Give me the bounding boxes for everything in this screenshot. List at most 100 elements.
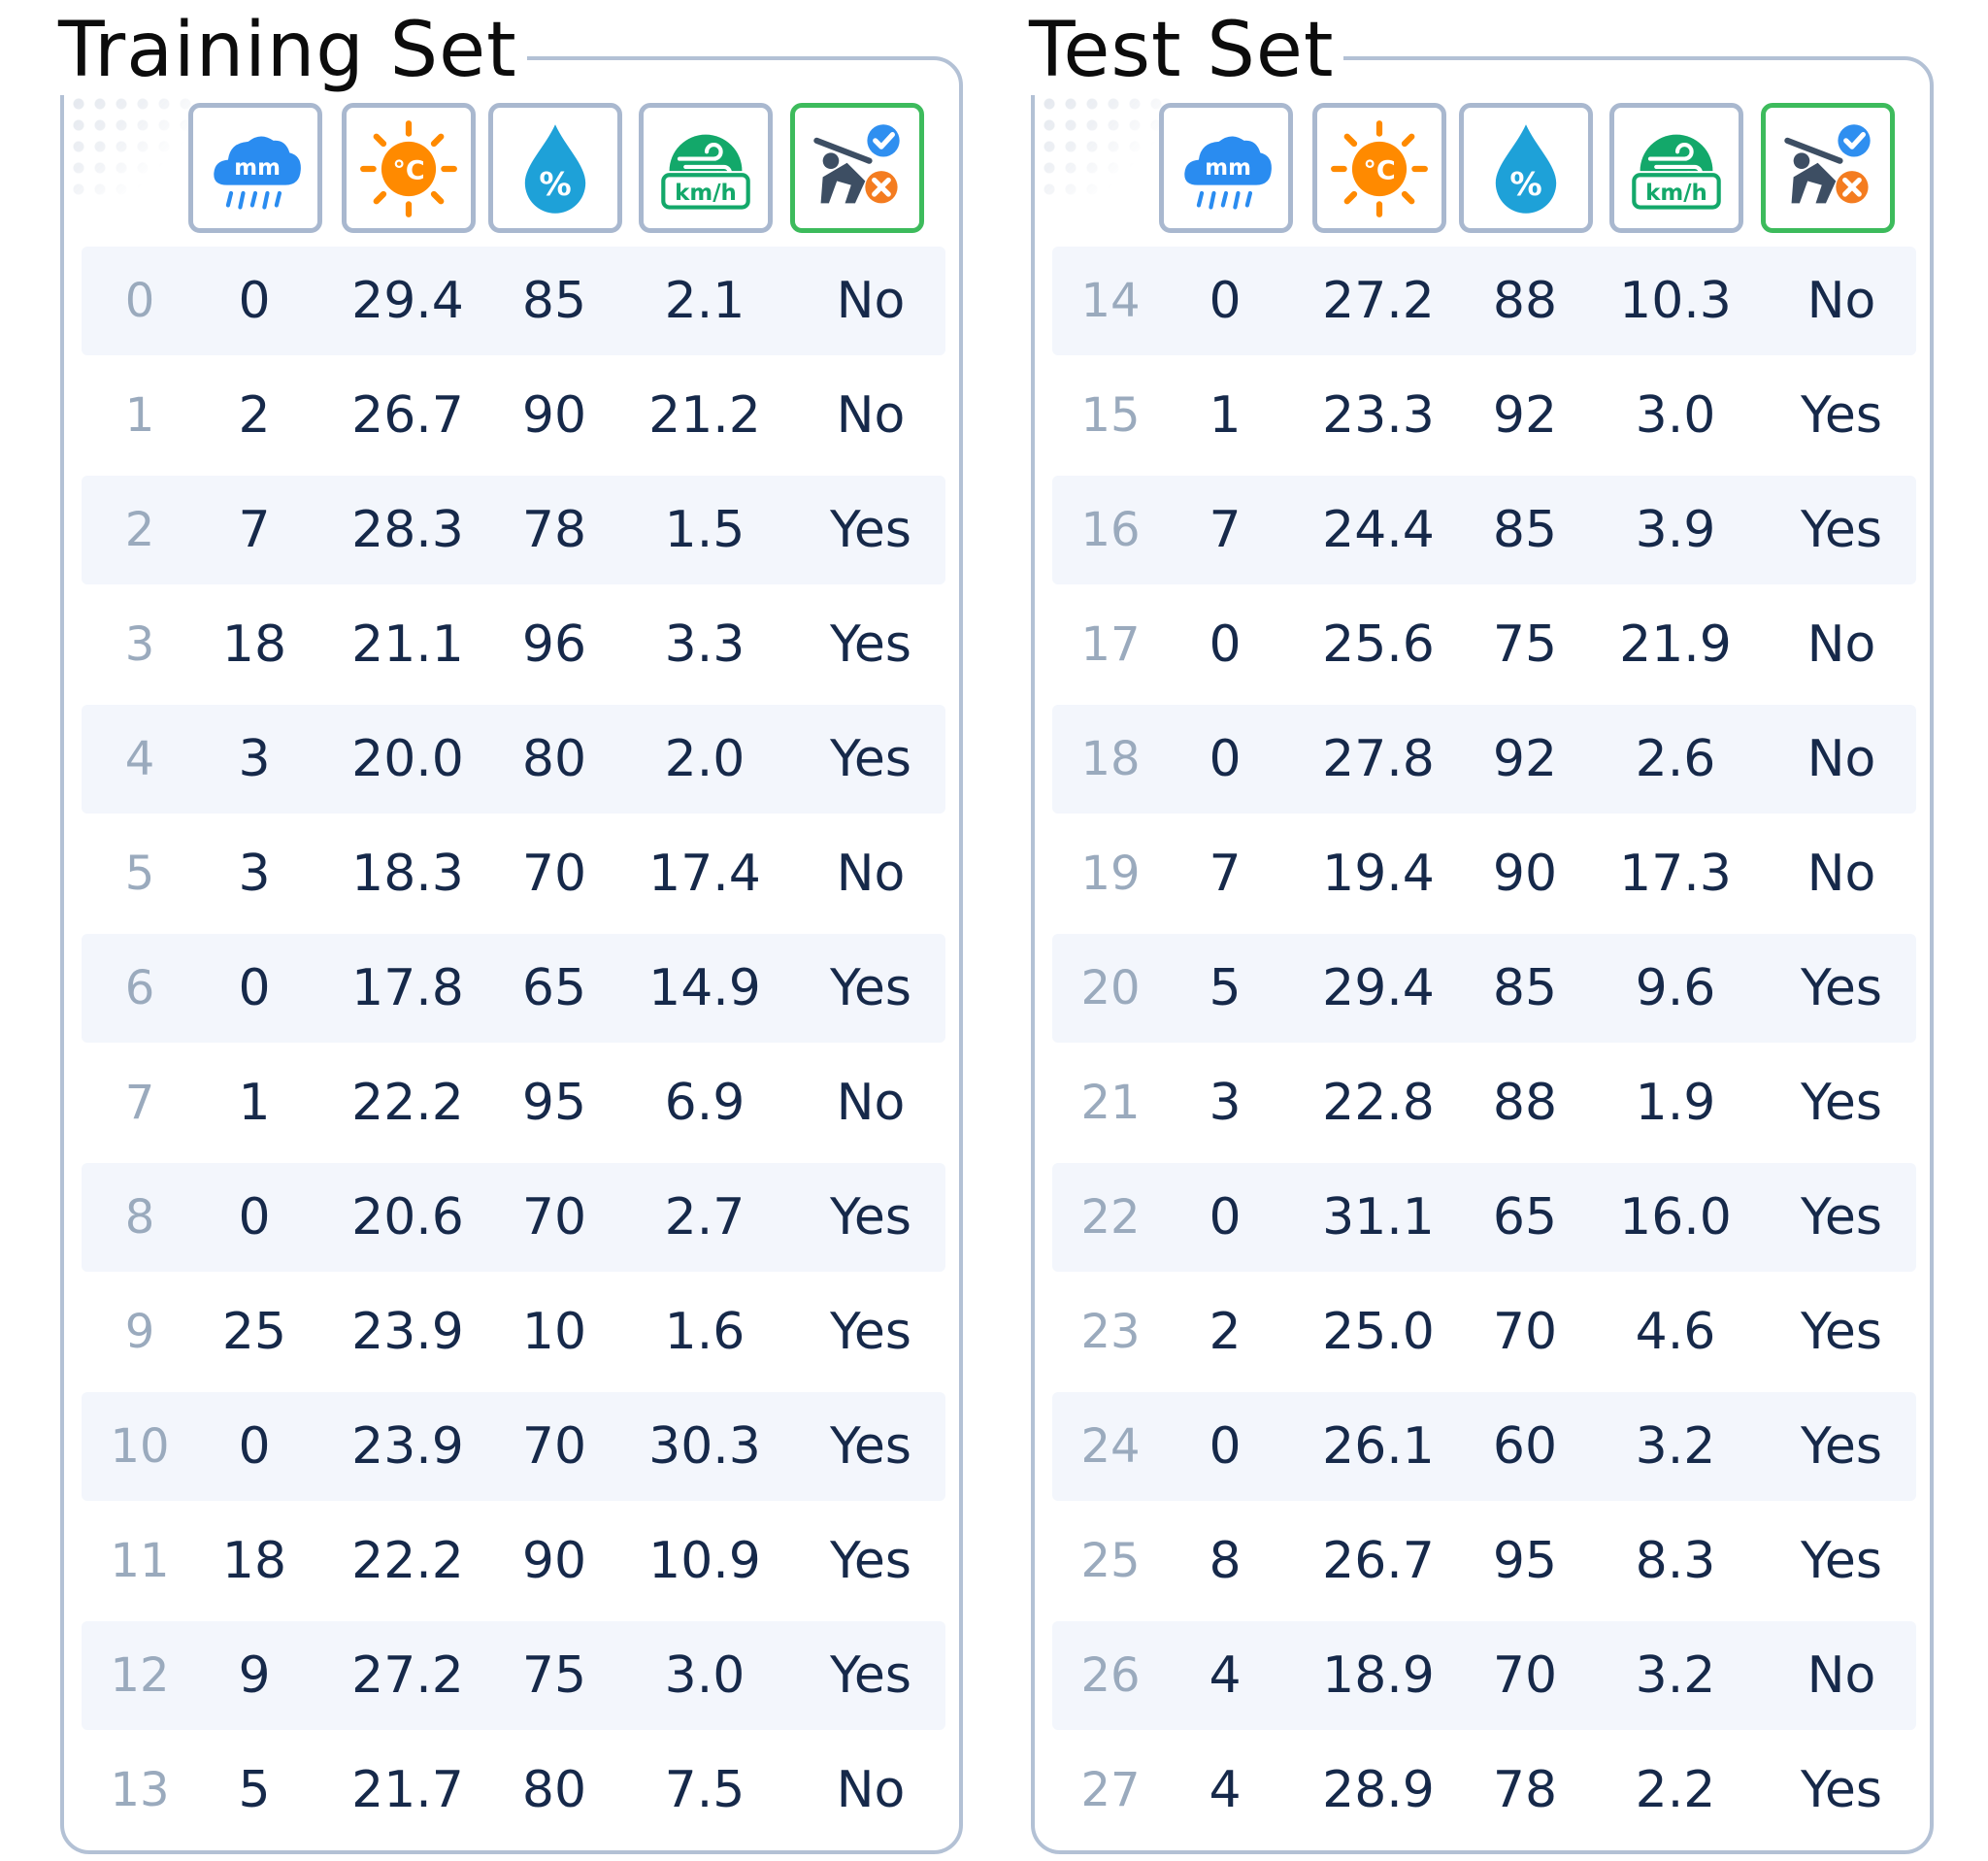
rain-column-header: mm: [1159, 103, 1293, 233]
play-label-cell: No: [836, 845, 906, 903]
wind-cell: 6.9: [664, 1074, 746, 1132]
golf-yes-no-icon: [1784, 124, 1871, 204]
play-label-cell: Yes: [1801, 1532, 1882, 1590]
wind-cell: 1.5: [664, 501, 746, 559]
rain-cell: 18: [221, 1532, 287, 1590]
wind-cell: 10.9: [648, 1532, 761, 1590]
play-label-cell: Yes: [830, 501, 911, 559]
svg-text:%: %: [1509, 165, 1541, 203]
rain-cell: 7: [1209, 501, 1242, 559]
temperature-cell: 25.6: [1322, 615, 1435, 674]
rain-column-header: mm: [188, 103, 322, 233]
temperature-cell: 26.7: [351, 386, 464, 445]
wind-cell: 4.6: [1635, 1303, 1716, 1361]
rain-cell: 3: [238, 845, 271, 903]
play-label-cell: Yes: [1801, 386, 1882, 445]
humidity-cell: 85: [1492, 959, 1558, 1017]
table-row: 2 7 28.3 78 1.5 Yes: [82, 476, 945, 584]
play-label-cell: Yes: [830, 1417, 911, 1476]
temperature-cell: 18.9: [1322, 1646, 1435, 1705]
svg-text:km/h: km/h: [675, 181, 737, 206]
svg-text:°C: °C: [1363, 155, 1395, 185]
humidity-cell: 60: [1492, 1417, 1558, 1476]
rain-cell: 4: [1209, 1761, 1242, 1819]
rain-cell: 2: [1209, 1303, 1242, 1361]
rain-cell: 4: [1209, 1646, 1242, 1705]
wind-cell: 9.6: [1635, 959, 1716, 1017]
humidity-cell: 92: [1492, 730, 1558, 788]
wind-cell: 10.3: [1619, 272, 1732, 330]
wind-speed-icon: km/h: [1632, 134, 1721, 210]
table-row: 18 0 27.8 92 2.6 No: [1052, 705, 1916, 814]
row-index: 11: [110, 1534, 170, 1588]
wind-cell: 2.0: [664, 730, 746, 788]
temperature-cell: 20.0: [351, 730, 464, 788]
play-label-cell: Yes: [830, 730, 911, 788]
rain-cell: 0: [1209, 615, 1242, 674]
temperature-cell: 23.9: [351, 1303, 464, 1361]
play-label-cell: Yes: [830, 1188, 911, 1246]
table-row: 19 7 19.4 90 17.3 No: [1052, 819, 1916, 928]
wind-column-header: km/h: [639, 103, 773, 233]
golf-yes-no-icon: [813, 124, 900, 204]
table-row: 8 0 20.6 70 2.7 Yes: [82, 1163, 945, 1272]
table-row: 10 0 23.9 70 30.3 Yes: [82, 1392, 945, 1501]
row-index: 9: [124, 1305, 155, 1359]
training-set-panel: Training Set mm °C % km/h 0 0 29.4 85 2.…: [58, 6, 963, 1854]
rain-mm-icon: mm: [1184, 136, 1272, 210]
humidity-percent-icon: %: [524, 124, 586, 214]
play-label-cell: Yes: [1801, 1188, 1882, 1246]
temperature-cell: 31.1: [1322, 1188, 1435, 1246]
panel-title: Training Set: [58, 6, 527, 95]
play-label-cell: Yes: [830, 615, 911, 674]
humidity-cell: 75: [1492, 615, 1558, 674]
training-rows: 0 0 29.4 85 2.1 No 1 2 26.7 90 21.2 No 2 7 28.3 78 1.5 Ye…: [82, 247, 945, 1850]
table-row: 21 3 22.8 88 1.9 Yes: [1052, 1048, 1916, 1157]
temperature-cell: 22.2: [351, 1532, 464, 1590]
humidity-cell: 92: [1492, 386, 1558, 445]
table-row: 15 1 23.3 92 3.0 Yes: [1052, 361, 1916, 470]
row-index: 16: [1080, 503, 1141, 557]
rain-cell: 5: [238, 1761, 271, 1819]
play-golf-column-header: [1761, 103, 1895, 233]
humidity-cell: 70: [1492, 1646, 1558, 1705]
temperature-cell: 21.1: [351, 615, 464, 674]
wind-cell: 3.2: [1635, 1417, 1716, 1476]
table-row: 5 3 18.3 70 17.4 No: [82, 819, 945, 928]
wind-cell: 2.2: [1635, 1761, 1716, 1819]
temperature-column-header: °C: [342, 103, 476, 233]
row-index: 23: [1080, 1305, 1141, 1359]
rain-cell: 1: [1209, 386, 1242, 445]
humidity-cell: 85: [1492, 501, 1558, 559]
play-label-cell: Yes: [1801, 1303, 1882, 1361]
humidity-cell: 88: [1492, 1074, 1558, 1132]
test-set-panel: Test Set mm °C % km/h 14 0 27.2 88 10.3 …: [1029, 6, 1934, 1854]
play-label-cell: No: [1806, 1646, 1876, 1705]
temperature-cell: 28.9: [1322, 1761, 1435, 1819]
row-index: 12: [110, 1648, 170, 1703]
play-label-cell: Yes: [1801, 1074, 1882, 1132]
table-row: 12 9 27.2 75 3.0 Yes: [82, 1621, 945, 1730]
play-label-cell: Yes: [1801, 1761, 1882, 1819]
play-label-cell: Yes: [830, 1532, 911, 1590]
rain-cell: 0: [238, 1417, 271, 1476]
row-index: 7: [124, 1076, 155, 1130]
row-index: 19: [1080, 847, 1141, 901]
wind-speed-icon: km/h: [661, 134, 750, 210]
play-label-cell: No: [836, 386, 906, 445]
panel-title: Test Set: [1029, 6, 1344, 95]
temperature-cell: 22.2: [351, 1074, 464, 1132]
rain-cell: 0: [1209, 272, 1242, 330]
table-row: 9 25 23.9 10 1.6 Yes: [82, 1278, 945, 1386]
wind-cell: 17.4: [648, 845, 761, 903]
row-index: 24: [1080, 1419, 1141, 1474]
play-label-cell: Yes: [830, 1303, 911, 1361]
wind-cell: 8.3: [1635, 1532, 1716, 1590]
humidity-cell: 70: [521, 1417, 587, 1476]
rain-cell: 25: [221, 1303, 287, 1361]
rain-cell: 8: [1209, 1532, 1242, 1590]
humidity-cell: 65: [1492, 1188, 1558, 1246]
table-row: 24 0 26.1 60 3.2 Yes: [1052, 1392, 1916, 1501]
wind-cell: 2.6: [1635, 730, 1716, 788]
row-index: 25: [1080, 1534, 1141, 1588]
